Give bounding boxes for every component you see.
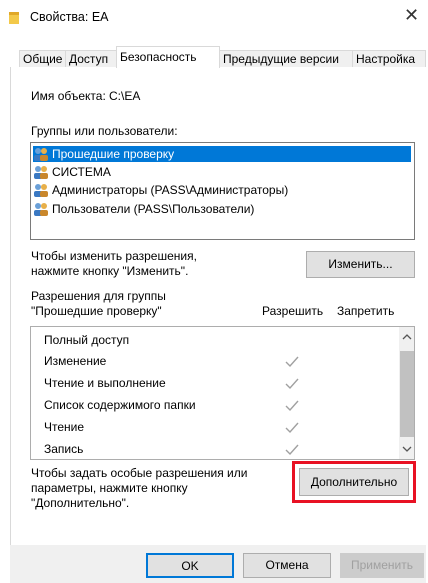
- users-icon: [34, 184, 48, 197]
- allow-check-icon: [285, 356, 299, 368]
- permission-row-label: Полный доступ: [44, 333, 130, 347]
- advanced-hint-line3: "Дополнительно".: [31, 496, 130, 510]
- change-button[interactable]: Изменить...: [306, 251, 415, 278]
- users-icon: [34, 148, 48, 161]
- permission-row-label: Запись: [44, 442, 84, 456]
- advanced-hint-line1: Чтобы задать особые разрешения или: [31, 466, 248, 480]
- cancel-button[interactable]: Отмена: [243, 553, 331, 578]
- deny-column-header: Запретить: [337, 304, 395, 318]
- permission-row-label: Чтение: [44, 420, 85, 434]
- change-hint-line1: Чтобы изменить разрешения,: [31, 249, 197, 263]
- list-item-label: Администраторы (PASS\Администраторы): [52, 183, 289, 197]
- users-icon: [34, 166, 48, 179]
- tab-security[interactable]: Безопасность: [116, 46, 220, 68]
- scrollbar-thumb[interactable]: [400, 351, 414, 437]
- allow-check-icon: [285, 444, 299, 456]
- advanced-hint-line2: параметры, нажмите кнопку: [31, 481, 188, 495]
- list-item-label: Пользователи (PASS\Пользователи): [52, 202, 255, 216]
- ok-button[interactable]: OK: [146, 553, 234, 578]
- permission-row-label: Изменение: [44, 354, 107, 368]
- allow-check-icon: [285, 378, 299, 390]
- close-icon[interactable]: ✕: [404, 6, 422, 24]
- highlight-outline: [292, 461, 416, 503]
- window-title: Свойства: EA: [30, 10, 109, 24]
- chevron-down-icon[interactable]: [402, 445, 412, 453]
- change-hint-line2: нажмите кнопку "Изменить".: [31, 264, 189, 278]
- allow-column-header: Разрешить: [262, 304, 324, 318]
- permissions-for-line1: Разрешения для группы: [31, 289, 166, 303]
- tab-previous-versions[interactable]: Предыдущие версии: [219, 50, 353, 67]
- folder-icon: [9, 12, 19, 24]
- allow-check-icon: [285, 400, 299, 412]
- tab-general[interactable]: Общие: [19, 50, 66, 67]
- list-item-label: СИСТЕМА: [52, 165, 111, 179]
- permissions-for-line2: "Прошедшие проверку": [31, 304, 162, 318]
- groups-list[interactable]: Прошедшие проверку СИСТЕМА Администратор…: [30, 142, 415, 240]
- tab-sharing[interactable]: Доступ: [65, 50, 117, 67]
- groups-label: Группы или пользователи:: [31, 124, 178, 138]
- list-item-label: Прошедшие проверку: [52, 147, 175, 161]
- permissions-list[interactable]: Полный доступ Изменение Чтение и выполне…: [30, 326, 415, 460]
- object-name-value: C:\EA: [109, 89, 141, 103]
- permission-row-label: Чтение и выполнение: [44, 376, 166, 390]
- title-bar: Свойства: EA ✕: [0, 0, 428, 36]
- allow-check-icon: [285, 422, 299, 434]
- chevron-up-icon[interactable]: [402, 333, 412, 341]
- list-item[interactable]: СИСТЕМА: [33, 164, 411, 180]
- tab-customize[interactable]: Настройка: [352, 50, 426, 67]
- list-item[interactable]: Прошедшие проверку: [33, 146, 411, 162]
- list-item[interactable]: Пользователи (PASS\Пользователи): [33, 201, 411, 217]
- object-name-label: Имя объекта:: [31, 89, 106, 103]
- list-item[interactable]: Администраторы (PASS\Администраторы): [33, 182, 411, 198]
- users-icon: [34, 203, 48, 216]
- permission-row-label: Список содержимого папки: [44, 398, 196, 412]
- apply-button[interactable]: Применить: [340, 553, 424, 578]
